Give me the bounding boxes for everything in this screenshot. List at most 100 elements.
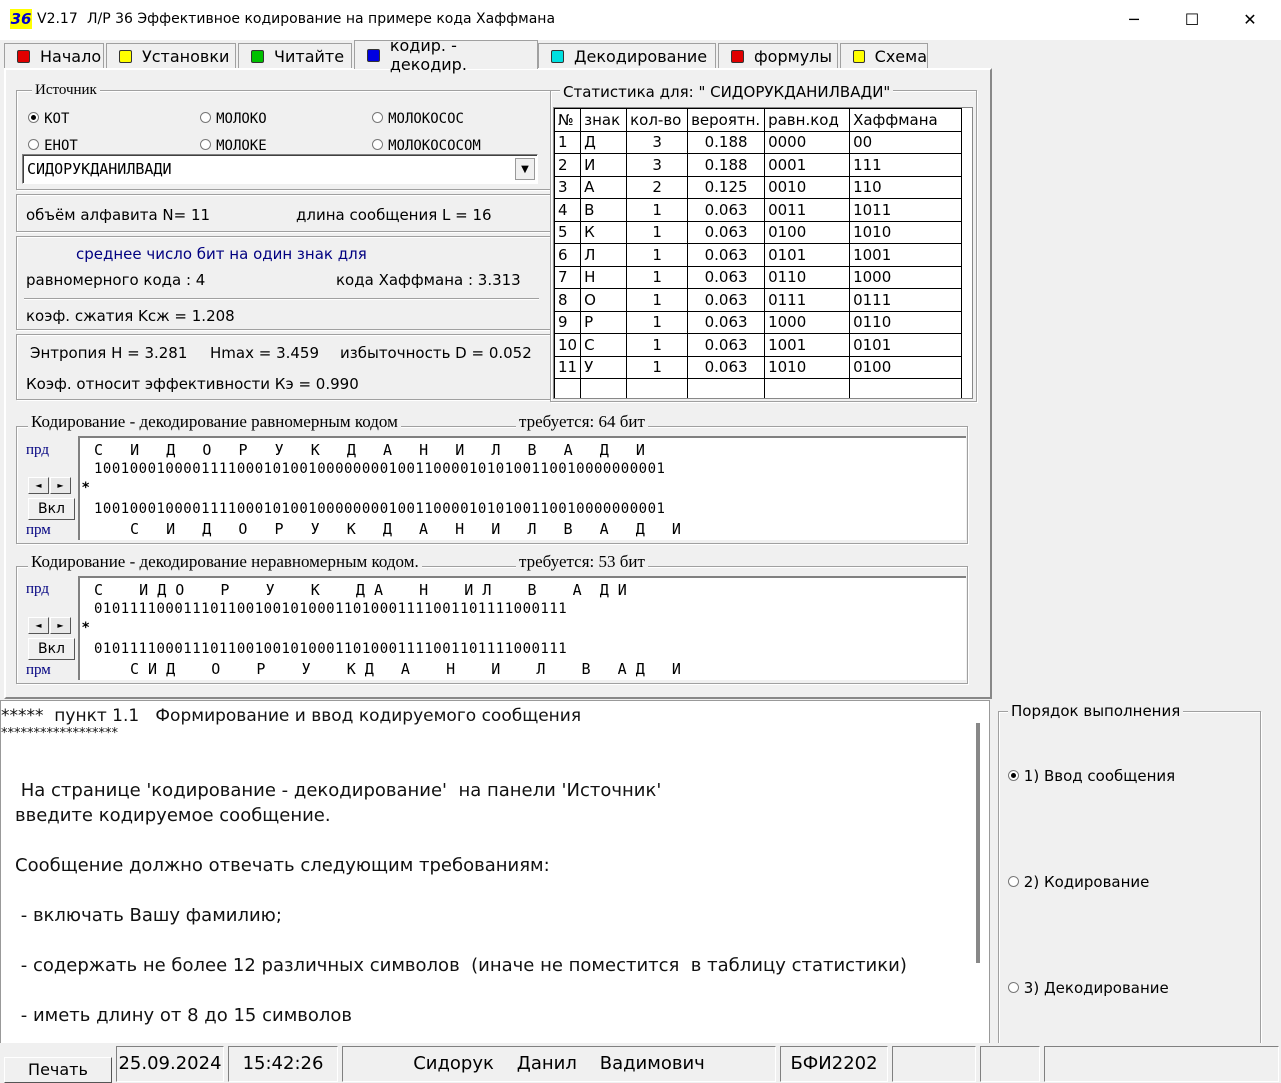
tab-settings[interactable]: Установки bbox=[106, 43, 236, 68]
radio-option-molokososom[interactable]: МОЛОКОСОСОМ bbox=[372, 135, 481, 154]
radio-option-enot[interactable]: ЕНОТ bbox=[28, 135, 78, 154]
table-cell: 0.063 bbox=[687, 333, 766, 357]
prm-label: прм bbox=[26, 662, 51, 678]
tab-read[interactable]: Читайте bbox=[238, 43, 352, 68]
status-empty-1 bbox=[892, 1046, 976, 1082]
print-button[interactable]: Печать bbox=[4, 1057, 112, 1083]
encode-decode-panel: Источник КОТ МОЛОКО МОЛОКОСОС ЕНОТ МОЛОК… bbox=[4, 68, 992, 699]
table-cell: 0101 bbox=[849, 333, 963, 357]
status-bar: Печать 25.09.2024 15:42:26 Сидорук Данил… bbox=[0, 1043, 1281, 1083]
memo-line: введите кодируемое сообщение. bbox=[15, 805, 331, 826]
uniform-prd-bits: 1001000100001111000101001000000001001100… bbox=[94, 461, 666, 477]
table-cell: 1 bbox=[626, 333, 689, 357]
table-cell bbox=[554, 378, 582, 398]
memo-line: - включать Вашу фамилию; bbox=[15, 905, 282, 926]
compression-ratio: коэф. сжатия Kсж = 1.208 bbox=[26, 307, 235, 325]
tab-color-icon bbox=[251, 49, 264, 63]
step-radio-input[interactable]: 1) Ввод сообщения bbox=[1008, 767, 1175, 785]
table-cell: 0100 bbox=[764, 220, 851, 244]
memo-scrollbar[interactable] bbox=[976, 723, 980, 963]
uniform-prd-text: С И Д О Р У К Д А Н И Л В А Д И bbox=[94, 441, 645, 459]
close-button[interactable]: ✕ bbox=[1221, 0, 1279, 40]
table-cell bbox=[849, 378, 963, 398]
huffman-coding-display: С И Д О Р У К Д А Н И Л В А Д И 01011110… bbox=[78, 576, 966, 680]
tab-formulas[interactable]: формулы bbox=[718, 43, 838, 68]
table-cell: 8 bbox=[554, 288, 582, 312]
tab-color-icon bbox=[17, 49, 30, 63]
scroll-left-button[interactable]: ◄ bbox=[28, 477, 49, 494]
uniform-vkl-button[interactable]: Вкл bbox=[28, 498, 75, 520]
table-cell: 9 bbox=[554, 310, 582, 334]
table-cell: Д bbox=[580, 130, 628, 154]
table-cell: 1 bbox=[626, 243, 689, 267]
radio-option-molokosos[interactable]: МОЛОКОСОС bbox=[372, 108, 464, 127]
tab-decoding[interactable]: Декодирование bbox=[538, 43, 716, 68]
table-cell: 0000 bbox=[764, 130, 851, 154]
radio-icon bbox=[1008, 982, 1019, 993]
table-cell: 0110 bbox=[849, 310, 963, 334]
tab-color-icon bbox=[853, 49, 865, 63]
memo-line: Сообщение должно отвечать следующим треб… bbox=[15, 855, 550, 876]
table-cell: 3 bbox=[626, 153, 689, 177]
message-combobox[interactable]: СИДОРУКДАНИЛВАДИ ▼ bbox=[22, 154, 538, 184]
instructions-memo[interactable]: ***** пункт 1.1 Формирование и ввод коди… bbox=[0, 700, 990, 1045]
maximize-button[interactable]: ☐ bbox=[1163, 0, 1221, 40]
star-marker: * bbox=[82, 620, 90, 636]
table-cell: 0010 bbox=[764, 175, 851, 199]
source-group-title: Источник bbox=[32, 82, 100, 99]
tab-scheme[interactable]: Схема bbox=[840, 43, 928, 68]
tab-label: кодир. - декодир. bbox=[389, 36, 467, 74]
title-bar: 36 V2.17 Л/Р 36 Эффективное кодирование … bbox=[0, 0, 1281, 40]
huffman-vkl-button[interactable]: Вкл bbox=[28, 638, 75, 660]
memo-line: - содержать не более 12 различных символ… bbox=[15, 955, 907, 976]
scroll-right-button[interactable]: ► bbox=[50, 477, 71, 494]
scroll-right-button[interactable]: ► bbox=[50, 617, 71, 634]
uniform-coding-title: Кодирование - декодирование равномерным … bbox=[28, 412, 401, 432]
table-row bbox=[554, 378, 963, 398]
tab-color-icon bbox=[731, 49, 744, 63]
radio-option-kot[interactable]: КОТ bbox=[28, 108, 69, 127]
table-cell: 1001 bbox=[764, 333, 851, 357]
memo-line: ****************** bbox=[1, 726, 118, 741]
statistics-grid[interactable]: № знак кол-во вероятн. равн.код Хаффмана… bbox=[553, 107, 973, 399]
table-cell: 0111 bbox=[764, 288, 851, 312]
step-radio-coding[interactable]: 2) Кодирование bbox=[1008, 873, 1149, 891]
status-empty-3 bbox=[1044, 1046, 1279, 1082]
tab-start[interactable]: Начало bbox=[4, 43, 104, 68]
radio-option-moloke[interactable]: МОЛОКЕ bbox=[200, 135, 267, 154]
app-icon: 36 bbox=[10, 9, 32, 29]
table-row: 7 Н 1 0.063 0110 1000 bbox=[554, 265, 963, 289]
message-length: длина сообщения L = 16 bbox=[296, 206, 492, 224]
huffman-prm-text: С И Д О Р У К Д А Н И Л В А Д И bbox=[130, 660, 681, 678]
radio-icon bbox=[1008, 876, 1019, 887]
radio-icon bbox=[28, 112, 39, 123]
huffman-prd-text: С И Д О Р У К Д А Н И Л В А Д И bbox=[94, 581, 627, 599]
entropy-value: Энтропия Н = 3.281 bbox=[30, 344, 188, 362]
table-cell: С bbox=[580, 333, 628, 357]
tab-label: Декодирование bbox=[574, 46, 708, 66]
step-radio-decoding[interactable]: 3) Декодирование bbox=[1008, 979, 1169, 997]
table-cell: 00 bbox=[849, 130, 963, 154]
dropdown-arrow-icon[interactable]: ▼ bbox=[515, 158, 535, 180]
table-row: 2 И 3 0.188 0001 111 bbox=[554, 153, 963, 177]
alphabet-size: объём алфавита N= 11 bbox=[26, 206, 211, 224]
huffman-coding-title: Кодирование - декодирование неравномерны… bbox=[28, 552, 422, 572]
table-cell: И bbox=[580, 153, 628, 177]
table-cell: В bbox=[580, 198, 628, 222]
table-cell: 4 bbox=[554, 198, 582, 222]
minimize-button[interactable]: ─ bbox=[1105, 0, 1163, 40]
radio-option-moloko[interactable]: МОЛОКО bbox=[200, 108, 267, 127]
uniform-prm-bits: 1001000100001111000101001000000001001100… bbox=[94, 501, 666, 517]
tab-label: Читайте bbox=[274, 46, 345, 66]
efficiency-value: Коэф. относит эффективности Кэ = 0.990 bbox=[26, 375, 359, 393]
table-cell: 1011 bbox=[849, 198, 963, 222]
table-cell: 1010 bbox=[849, 220, 963, 244]
table-cell: 0001 bbox=[764, 153, 851, 177]
tab-bar: Начало Установки Читайте кодир. - декоди… bbox=[0, 36, 1281, 74]
scroll-left-button[interactable]: ◄ bbox=[28, 617, 49, 634]
table-cell: 1 bbox=[626, 198, 689, 222]
table-row: 3 А 2 0.125 0010 110 bbox=[554, 175, 963, 199]
table-cell: 1 bbox=[554, 130, 582, 154]
tab-encode-decode[interactable]: кодир. - декодир. bbox=[354, 36, 538, 74]
table-cell: А bbox=[580, 175, 628, 199]
